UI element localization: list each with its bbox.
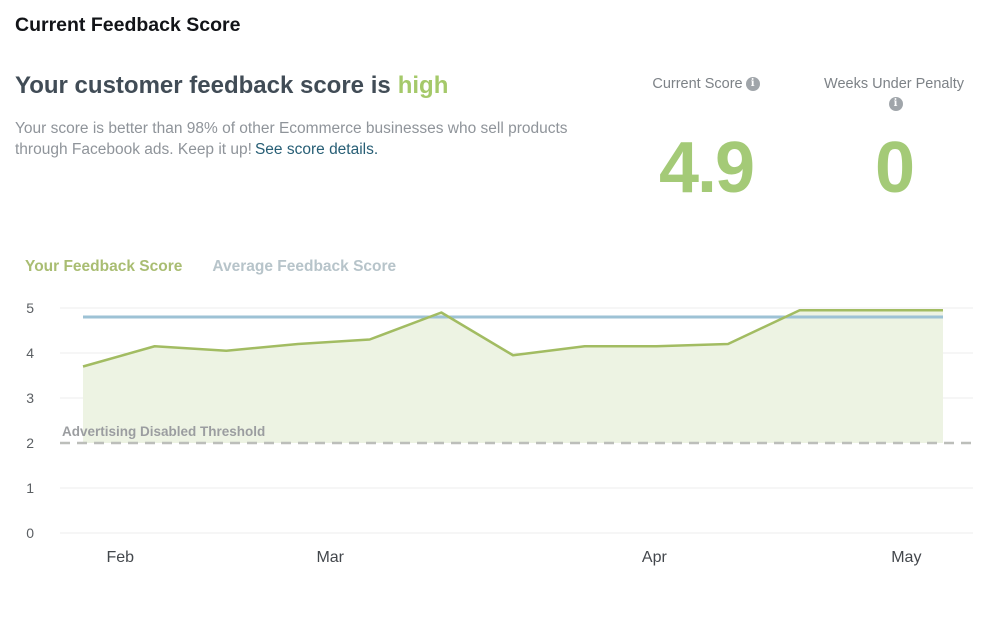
y-tick-label: 0 xyxy=(26,525,34,541)
y-tick-label: 2 xyxy=(26,435,34,451)
legend-your-feedback-score[interactable]: Your Feedback Score xyxy=(25,258,182,276)
weeks-under-penalty-value: 0 xyxy=(874,128,915,208)
y-tick-label: 5 xyxy=(26,300,34,316)
page-title: Current Feedback Score xyxy=(15,14,241,36)
y-tick-label: 3 xyxy=(26,390,34,406)
x-tick-label: Apr xyxy=(642,549,668,566)
x-tick-label: Feb xyxy=(106,549,134,566)
see-score-details-link[interactable]: See score details. xyxy=(255,141,378,158)
y-tick-label: 4 xyxy=(26,345,34,361)
score-stats: Current Score i 4.9 Weeks Under Penaltyi … xyxy=(626,74,970,204)
weeks-under-penalty-stat: Weeks Under Penaltyi 0 xyxy=(818,74,970,204)
summary-description: Your score is better than 98% of other E… xyxy=(15,118,590,160)
x-tick-label: Mar xyxy=(316,549,344,566)
weeks-under-penalty-label: Weeks Under Penalty xyxy=(824,76,964,92)
current-score-label: Current Score xyxy=(652,76,743,92)
threshold-label: Advertising Disabled Threshold xyxy=(62,424,265,439)
chart-legend: Your Feedback Score Average Feedback Sco… xyxy=(25,258,396,276)
x-tick-label: May xyxy=(891,549,921,566)
info-icon[interactable]: i xyxy=(745,77,760,92)
feedback-chart: 0 1 2 3 4 5 Feb Mar Apr May Advertising Disabled T… xyxy=(20,290,973,600)
summary-heading: Your customer feedback score is high xyxy=(15,72,448,100)
feedback-chart-svg: 0 1 2 3 4 5 Feb Mar Apr May Advertising Disabled T… xyxy=(26,300,973,566)
y-tick-label: 1 xyxy=(26,480,34,496)
summary-heading-text: Your customer feedback score is xyxy=(15,72,391,99)
summary-status-text: high xyxy=(397,72,449,99)
weeks-under-penalty-label-row: Weeks Under Penalty i xyxy=(818,74,970,122)
info-icon[interactable]: i xyxy=(888,97,903,112)
current-score-value: 4.9 xyxy=(658,128,755,208)
current-score-label-row: Current Score i xyxy=(626,74,786,122)
current-score-stat: Current Score i 4.9 xyxy=(626,74,786,204)
legend-average-feedback-score[interactable]: Average Feedback Score xyxy=(212,258,396,276)
